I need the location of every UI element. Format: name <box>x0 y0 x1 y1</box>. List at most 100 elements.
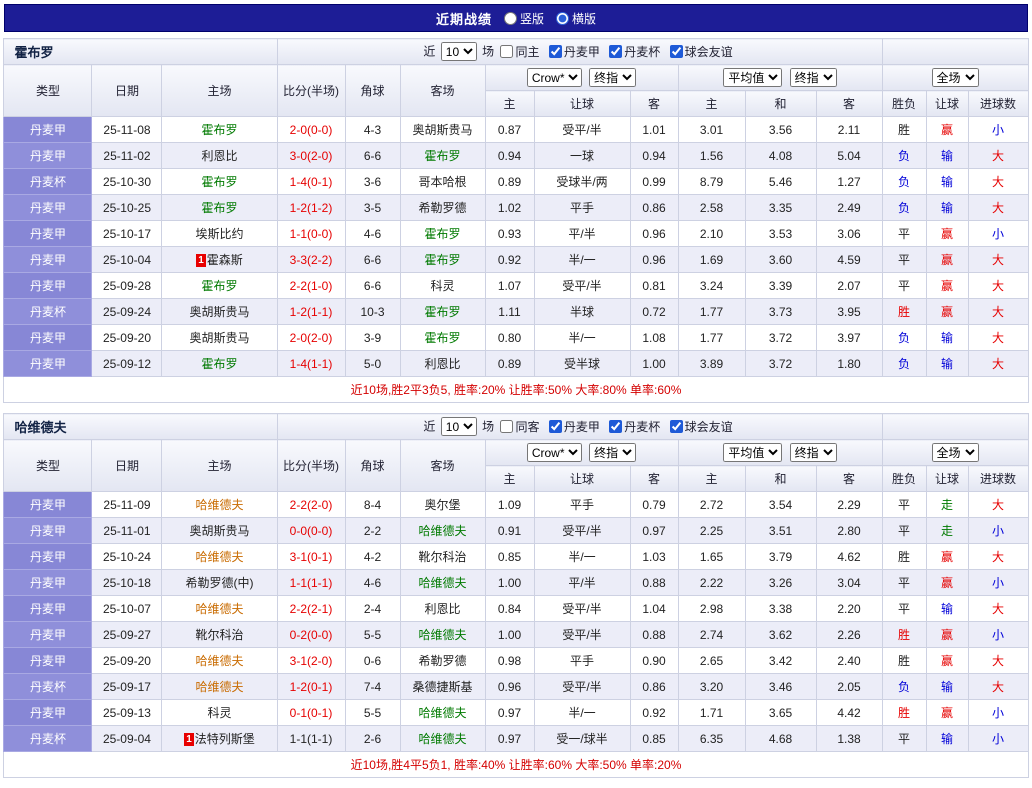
away-team-cell: 科灵 <box>399 272 486 299</box>
europe-time-select[interactable]: 终指 <box>789 68 837 87</box>
corner-cell: 3-6 <box>344 168 401 195</box>
filter-friendly-checkbox[interactable] <box>669 44 683 58</box>
col-eu-draw: 和 <box>744 465 817 492</box>
recent-results-table-hvidovre: 哈维德夫 近 10 场 同客 丹麦甲 丹麦杯 球会友谊 类型 日期 主场 比分(… <box>3 413 1029 778</box>
asia-away-odds: 1.00 <box>629 350 679 377</box>
column-header-row-1: 类型 日期 主场 比分(半场) 角球 客场 Crow* 终指 平均值 终指 全场 <box>3 439 1029 492</box>
asia-away-odds: 0.88 <box>629 621 679 648</box>
europe-draw-odds: 3.54 <box>744 491 817 518</box>
scope-select[interactable]: 全场 <box>931 443 979 462</box>
recent-count-select[interactable]: 10 <box>440 417 477 436</box>
date-cell: 25-09-12 <box>91 350 163 377</box>
asia-handicap: 受平/半 <box>533 272 631 299</box>
layout-option-vertical[interactable]: 竖版 <box>503 10 544 27</box>
filter-friendly-checkbox[interactable] <box>669 419 683 433</box>
home-team-cell: 哈维德夫 <box>161 595 278 622</box>
team-name-link[interactable]: 哈维德夫 <box>195 680 243 694</box>
team-name-link[interactable]: 哈维德夫 <box>195 654 243 668</box>
team-name-link[interactable]: 哈维德夫 <box>195 498 243 512</box>
team-name-link[interactable]: 霍布罗 <box>424 331 460 345</box>
date-cell: 25-10-17 <box>91 220 163 247</box>
corner-cell: 3-9 <box>344 324 401 351</box>
filter-league-checkbox[interactable] <box>548 419 562 433</box>
team-name-link[interactable]: 哈维德夫 <box>195 602 243 616</box>
europe-home-odds: 2.72 <box>677 491 746 518</box>
filter-league-checkbox[interactable] <box>548 44 562 58</box>
team-name-link[interactable]: 霍布罗 <box>201 279 237 293</box>
team-name-link[interactable]: 霍布罗 <box>424 305 460 319</box>
team-name-link[interactable]: 霍布罗 <box>201 201 237 215</box>
league-cell: 丹麦甲 <box>3 246 93 273</box>
filter-cup[interactable]: 丹麦杯 <box>609 419 661 434</box>
filter-league[interactable]: 丹麦甲 <box>548 419 600 434</box>
europe-avg-select[interactable]: 平均值 <box>723 443 783 462</box>
europe-time-select[interactable]: 终指 <box>789 443 837 462</box>
result-cell: 负 <box>881 673 927 700</box>
handicap-result-cell: 输 <box>925 324 969 351</box>
scope-select[interactable]: 全场 <box>931 68 979 87</box>
asia-handicap: 平/半 <box>533 220 631 247</box>
away-team-cell: 桑德捷斯基 <box>399 673 486 700</box>
corner-cell: 2-2 <box>344 517 401 544</box>
filter-friendly[interactable]: 球会友谊 <box>669 419 733 434</box>
team-name-link: 希勒罗德 <box>418 654 467 668</box>
asia-handicap: 平/半 <box>533 569 631 596</box>
score-cell: 0-2(0-0) <box>276 621 346 648</box>
odds-time-select[interactable]: 终指 <box>589 68 637 87</box>
odds-time-select[interactable]: 终指 <box>589 443 637 462</box>
result-cell: 负 <box>881 324 927 351</box>
filter-friendly-label: 球会友谊 <box>684 44 733 59</box>
result-cell: 胜 <box>881 116 927 143</box>
europe-away-odds: 3.04 <box>815 569 883 596</box>
filter-friendly[interactable]: 球会友谊 <box>669 44 733 59</box>
europe-home-odds: 1.77 <box>677 324 746 351</box>
filter-cup-checkbox[interactable] <box>609 44 623 58</box>
layout-option-horizontal[interactable]: 横版 <box>556 10 596 27</box>
corner-cell: 7-4 <box>344 673 401 700</box>
filter-same-home-checkbox[interactable] <box>500 44 514 58</box>
recent-count-select[interactable]: 10 <box>440 42 477 61</box>
filter-league[interactable]: 丹麦甲 <box>548 44 600 59</box>
filter-cup-label: 丹麦杯 <box>624 419 661 434</box>
filter-same-away-checkbox[interactable] <box>500 419 514 433</box>
date-cell: 25-09-04 <box>91 725 163 752</box>
team-name-link[interactable]: 霍布罗 <box>424 253 460 267</box>
away-team-cell: 哥本哈根 <box>399 168 486 195</box>
team-name-link[interactable]: 霍布罗 <box>424 227 460 241</box>
team-name-link[interactable]: 哈维德夫 <box>418 576 466 590</box>
team-name-link[interactable]: 霍布罗 <box>424 149 460 163</box>
summary-row: 近10场,胜4平5负1, 胜率:40% 让胜率:60% 大率:50% 单率:20… <box>3 751 1029 778</box>
team-name-link[interactable]: 哈维德夫 <box>418 524 466 538</box>
filter-same-away[interactable]: 同客 <box>500 419 540 434</box>
odds-company-select[interactable]: Crow* <box>526 68 582 87</box>
col-eu-away: 客 <box>815 90 883 117</box>
date-cell: 25-11-02 <box>91 142 163 169</box>
odds-company-select[interactable]: Crow* <box>526 443 582 462</box>
col-date: 日期 <box>91 64 163 117</box>
rank-badge: 1 <box>196 254 206 267</box>
header-spacer <box>881 413 1029 440</box>
team-name-link[interactable]: 哈维德夫 <box>418 706 466 720</box>
team-name-link[interactable]: 霍布罗 <box>201 357 237 371</box>
filter-cup[interactable]: 丹麦杯 <box>609 44 660 59</box>
filter-cup-checkbox[interactable] <box>609 419 623 433</box>
team-name-link[interactable]: 哈维德夫 <box>195 550 243 564</box>
filter-same-home[interactable]: 同主 <box>500 44 540 59</box>
team-name-link[interactable]: 哈维德夫 <box>418 628 466 642</box>
europe-avg-select[interactable]: 平均值 <box>723 68 783 87</box>
result-cell: 胜 <box>881 699 927 726</box>
score-cell: 0-0(0-0) <box>276 517 346 544</box>
league-cell: 丹麦甲 <box>3 621 93 648</box>
asia-home-odds: 0.94 <box>484 142 535 169</box>
goals-cell: 大 <box>967 350 1029 377</box>
asia-away-odds: 0.81 <box>629 272 679 299</box>
layout-radio-horizontal[interactable] <box>556 11 569 25</box>
layout-radio-vertical[interactable] <box>503 11 517 25</box>
league-cell: 丹麦甲 <box>3 517 93 544</box>
team-name-link[interactable]: 哈维德夫 <box>418 732 466 746</box>
team-name-link[interactable]: 霍布罗 <box>201 123 237 137</box>
team-name-link[interactable]: 霍布罗 <box>201 175 237 189</box>
date-cell: 25-09-27 <box>91 621 163 648</box>
team-name-link: 霍森斯 <box>206 253 243 267</box>
result-cell: 平 <box>881 220 927 247</box>
